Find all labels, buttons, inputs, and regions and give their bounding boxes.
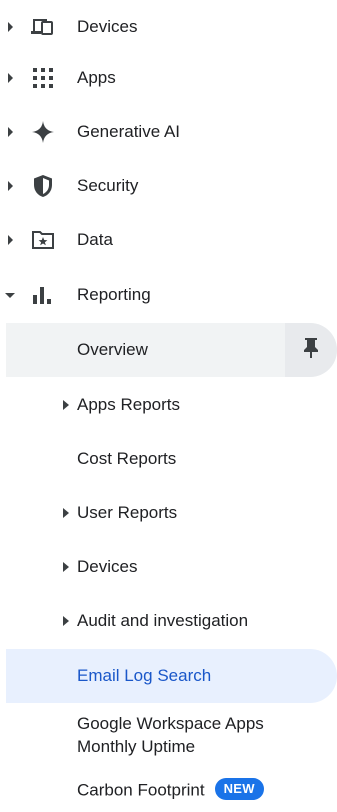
nav-subitem-label: Overview (77, 340, 148, 359)
nav-item-label: Data (77, 230, 113, 249)
pin-icon (303, 337, 319, 364)
nav-item-label: Generative AI (77, 122, 181, 141)
sparkle-icon (29, 118, 57, 146)
nav-subitem-label: Apps Reports (77, 395, 180, 414)
nav-subitem-label: Email Log Search (77, 666, 212, 685)
nav-subitem-label-group: Google Workspace Apps Monthly Uptime (77, 712, 264, 758)
new-badge: NEW (214, 778, 264, 800)
nav-subitem-audit-and-investigation[interactable]: Audit and investigation (0, 594, 337, 648)
caret-right-icon[interactable] (61, 615, 71, 627)
nav-subitem-google-workspace-apps-monthly-uptime[interactable]: Google Workspace Apps Monthly Uptime (0, 708, 337, 766)
nav-subitem-devices[interactable]: Devices (0, 540, 337, 594)
caret-right-icon[interactable] (5, 73, 15, 83)
nav-subitem-user-reports[interactable]: User Reports (0, 486, 337, 540)
nav-subitem-label: Audit and investigation (77, 611, 249, 630)
caret-right-icon[interactable] (5, 181, 15, 191)
nav-subitem-apps-reports[interactable]: Apps Reports (0, 378, 337, 432)
nav-subitem-label: Carbon Footprint (77, 780, 205, 800)
nav-item-generative-ai[interactable]: Generative AI (0, 105, 337, 159)
caret-down-icon[interactable] (5, 290, 15, 300)
caret-right-icon[interactable] (61, 399, 71, 411)
nav-item-label: Security (77, 176, 139, 195)
caret-right-icon[interactable] (61, 561, 71, 573)
nav-subitem-label: Devices (77, 557, 138, 576)
folder-star-icon (29, 226, 57, 254)
admin-side-nav: Devices Apps Generative AI Security Data… (0, 0, 337, 812)
nav-item-devices[interactable]: Devices (0, 0, 337, 54)
caret-right-icon[interactable] (5, 22, 15, 32)
caret-right-icon[interactable] (5, 127, 15, 137)
nav-item-apps[interactable]: Apps (0, 51, 337, 105)
nav-subitem-label: User Reports (77, 503, 178, 522)
pin-button[interactable] (285, 323, 337, 377)
nav-item-label: Apps (77, 68, 116, 87)
nav-item-reporting[interactable]: Reporting (0, 268, 337, 322)
nav-subitem-email-log-search[interactable]: Email Log Search (0, 649, 337, 703)
caret-right-icon[interactable] (5, 235, 15, 245)
nav-item-label: Devices (77, 17, 138, 36)
nav-subitem-label: Cost Reports (77, 449, 177, 468)
nav-subitem-carbon-footprint[interactable]: Carbon Footprint NEW (0, 770, 337, 812)
nav-subitem-label-line2: Monthly Uptime (77, 737, 196, 756)
devices-icon (29, 13, 57, 41)
nav-subitem-label-wrap: Carbon Footprint NEW (77, 778, 264, 802)
caret-right-icon[interactable] (61, 507, 71, 519)
shield-icon (29, 172, 57, 200)
nav-item-label: Reporting (77, 285, 151, 304)
apps-grid-icon (29, 64, 57, 92)
bar-chart-icon (29, 281, 57, 309)
nav-subitem-overview[interactable]: Overview (0, 323, 337, 377)
nav-item-data[interactable]: Data (0, 213, 337, 267)
nav-subitem-label-line1: Google Workspace Apps (77, 714, 264, 733)
nav-subitem-cost-reports[interactable]: Cost Reports (0, 432, 337, 486)
nav-item-security[interactable]: Security (0, 159, 337, 213)
